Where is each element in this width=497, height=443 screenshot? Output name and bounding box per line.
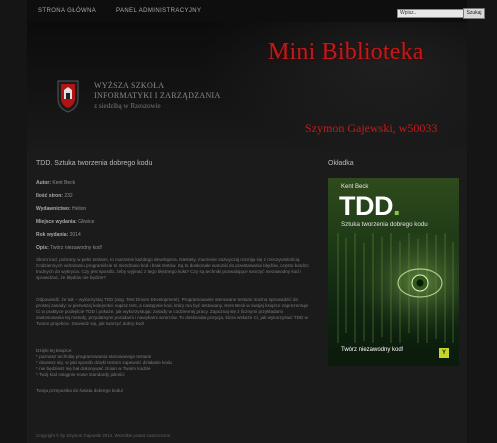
university-name-line-2: INFORMATYKI I ZARZĄDZANIA (94, 91, 221, 100)
detail-value: Helion (72, 206, 87, 212)
search-input[interactable]: Wpisz.. (397, 9, 465, 18)
nav-link-admin-panel[interactable]: PANEL ADMINISTRACYJNY (116, 8, 201, 14)
detail-value: 2014 (69, 232, 81, 238)
cover-subtitle: Sztuka tworzenia dobrego kodu (341, 221, 428, 228)
cover-tagline: Twórz niezawodny kod! (341, 347, 404, 353)
header-banner: WYŻSZA SZKOŁA INFORMATYKI I ZARZĄDZANIA … (27, 22, 467, 151)
detail-label: Ilość stron: (36, 193, 63, 199)
detail-year: Rok wydania: 2014 (36, 232, 81, 238)
university-name-line-1: WYŻSZA SZKOŁA (94, 81, 165, 90)
book-cover-image: Kent Beck TDD. Sztuka tworzenia dobrego … (328, 178, 459, 366)
cover-title-text: TDD (339, 191, 394, 221)
feature-list-item: * Twój kod osiągnie nowe standardy jakoś… (36, 372, 125, 377)
publisher-logo-icon: Y (439, 348, 449, 358)
detail-value: Kent Beck (52, 180, 76, 186)
detail-value: Twórz niezawodny kod! (50, 245, 103, 251)
detail-publisher: Wydawnictwo: Helion (36, 206, 86, 212)
book-title: TDD. Sztuka tworzenia dobrego kodu (36, 160, 153, 167)
university-crest-icon (57, 80, 79, 113)
detail-label: Rok wydania: (36, 232, 69, 238)
cover-title: TDD. (339, 191, 401, 222)
top-navigation: STRONA GŁÓWNA PANEL ADMINISTRACYJNY Wpis… (27, 0, 485, 22)
description-paragraph-2: Odpowiedź, że tak – wykorzystaj TDD (ang… (36, 297, 309, 326)
closing-line: Twoja przepustka do świata dobrego kodu! (36, 388, 124, 393)
description-paragraph-1: Skoro kod, pobrany w pełni testami, to m… (36, 257, 309, 280)
footer-copyright: Copyright © by Szymon Gajewski 2014. Wsz… (36, 433, 172, 438)
detail-label: Autor: (36, 180, 51, 186)
detail-label: Opis: (36, 245, 49, 251)
cover-code-art (328, 233, 459, 343)
site-author: Szymon Gajewski, w50033 (305, 121, 438, 135)
nav-link-home[interactable]: STRONA GŁÓWNA (38, 8, 96, 14)
detail-label: Miejsce wydania: (36, 219, 77, 225)
detail-value: 232 (64, 193, 73, 199)
site-title: Mini Biblioteka (268, 39, 424, 65)
search-button[interactable]: Szukaj (463, 8, 485, 19)
cover-title-dot: . (393, 191, 401, 221)
detail-value: Gliwice (78, 219, 95, 225)
detail-description: Opis: Twórz niezawodny kod! (36, 245, 102, 251)
detail-pages: Ilość stron: 232 (36, 193, 73, 199)
detail-place: Miejsce wydania: Gliwice (36, 219, 94, 225)
feature-list: Dzięki tej książce: * poznasz technikę p… (36, 348, 172, 378)
cover-heading: Okładka (328, 160, 354, 167)
detail-label: Wydawnictwo: (36, 206, 71, 212)
university-location: z siedzibą w Rzeszowie (94, 102, 161, 110)
detail-author: Autor: Kent Beck (36, 180, 75, 186)
cover-author: Kent Beck (341, 184, 369, 190)
